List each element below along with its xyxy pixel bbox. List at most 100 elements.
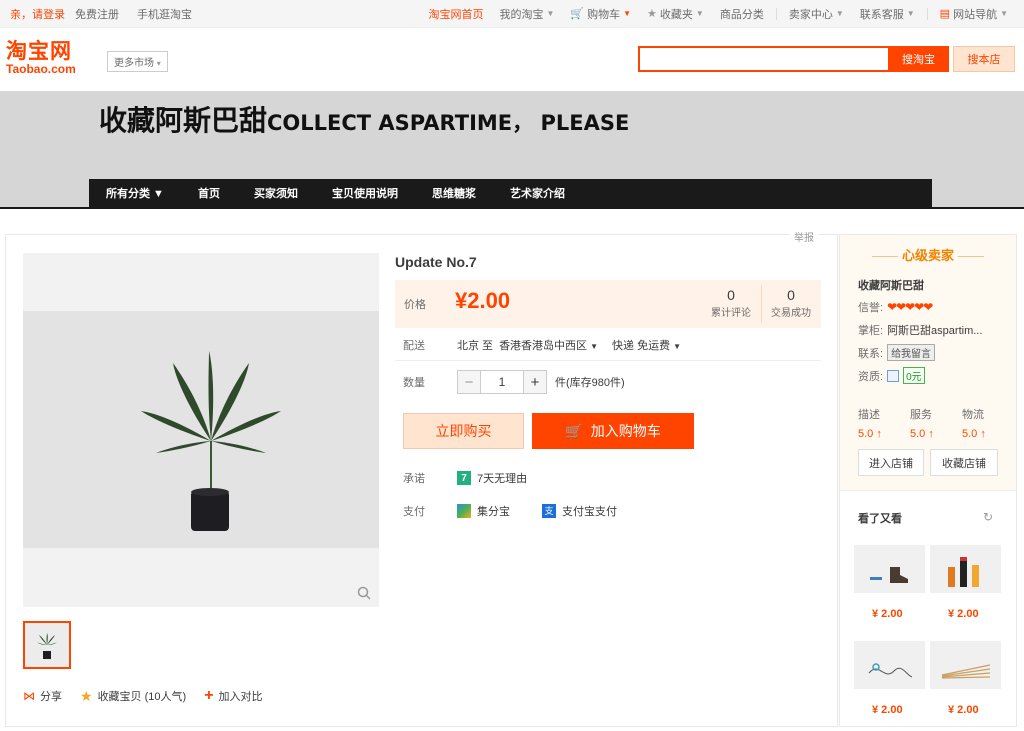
nav-thought-syrup[interactable]: 思维糖浆 [415, 185, 493, 201]
payment-label: 支付 [403, 506, 425, 518]
reviews-count: 0 [727, 287, 735, 303]
shop-nav: 所有分类 ▼ 首页 买家须知 宝贝使用说明 思维糖浆 艺术家介绍 [89, 179, 932, 207]
contact-row: 联系: 给我留言 [858, 344, 936, 361]
chevron-down-icon: ▼ [695, 9, 704, 18]
sales-count: 0 [787, 287, 795, 303]
seller-center-menu[interactable]: 卖家中心 ▼ [783, 6, 850, 22]
also-viewed-item[interactable] [854, 545, 925, 593]
score-value: 5.0 ↑ [858, 428, 882, 440]
alipay-icon: 支 [542, 504, 556, 518]
promise-text[interactable]: 7天无理由 [477, 470, 527, 486]
categories-link[interactable]: 商品分类 [714, 6, 770, 22]
also-viewed-title: 看了又看 [858, 513, 902, 525]
decrease-button[interactable]: − [457, 370, 481, 394]
zoom-icon[interactable] [357, 586, 371, 600]
leave-message-button[interactable]: 给我留言 [887, 344, 936, 361]
nav-all-categories[interactable]: 所有分类 ▼ [89, 185, 181, 201]
quantity-input[interactable]: 1 [481, 370, 523, 394]
register-link[interactable]: 免费注册 [75, 6, 119, 22]
search-store-button[interactable]: 搜本店 [953, 46, 1015, 72]
logo-text-en: Taobao.com [6, 62, 76, 76]
share-button[interactable]: ⋈ 分享 [23, 688, 62, 704]
taobao-home-link[interactable]: 淘宝网首页 [422, 6, 489, 22]
credit-row: 信誉: ❤❤❤❤❤ [858, 299, 933, 315]
also-viewed-price: ¥ 2.00 [872, 608, 903, 620]
search-bar: 搜淘宝 [638, 46, 949, 72]
site-top-bar: 亲，请登录 免费注册 手机逛淘宝 淘宝网首页 我的淘宝 ▼ 🛒 购物车 ▼ ★ 收藏夹 ▼… [0, 0, 1024, 28]
product-thumbnail[interactable] [23, 621, 71, 669]
thumbnail-plant-image [25, 623, 69, 667]
favorite-item-label: 收藏宝贝 (10人气) [97, 691, 187, 703]
shop-scores: 描述 5.0 ↑ 服务 5.0 ↑ 物流 5.0 ↑ [858, 406, 1014, 440]
destination-label: 香港香港岛中西区 [499, 340, 588, 352]
logo-text-cn: 淘宝网 [6, 39, 72, 63]
chevron-down-icon: ▼ [906, 9, 915, 18]
more-market-dropdown[interactable]: 更多市场 ▾ [107, 51, 168, 72]
divider [395, 360, 821, 361]
seller-level: 心级卖家 [840, 245, 1016, 264]
nav-home[interactable]: 首页 [181, 185, 237, 201]
compare-label: 加入对比 [218, 691, 263, 703]
cart-menu[interactable]: 🛒 购物车 ▼ [564, 6, 637, 22]
banner-bottom-line [0, 207, 1024, 209]
alipay-label: 支付宝支付 [562, 506, 617, 518]
add-to-cart-button[interactable]: 🛒 加入购物车 [532, 413, 694, 449]
nav-buyer-notice[interactable]: 买家须知 [237, 185, 315, 201]
report-link[interactable]: 举报 [790, 229, 818, 244]
plus-icon: + [204, 687, 214, 704]
favorite-shop-button[interactable]: 收藏店铺 [930, 449, 998, 476]
seller-level-label: 心级卖家 [901, 248, 954, 263]
cart-icon: 🛒 [565, 422, 583, 439]
quantity-stepper: − 1 + [457, 370, 547, 394]
cart-icon: 🛒 [570, 8, 585, 20]
site-nav-menu[interactable]: ▤ 网站导航 ▼ [934, 6, 1014, 22]
customer-service-menu[interactable]: 联系客服 ▼ [854, 6, 921, 22]
promise-label: 承诺 [403, 473, 425, 485]
favorite-item-button[interactable]: ★ 收藏宝贝 (10人气) [80, 688, 186, 705]
destination-dropdown[interactable]: 香港香港岛中西区 ▼ [499, 337, 598, 353]
my-taobao-menu[interactable]: 我的淘宝 ▼ [493, 6, 560, 22]
owner-label: 掌柜: [858, 325, 884, 337]
refresh-icon[interactable]: ↻ [983, 510, 993, 524]
mobile-link[interactable]: 手机逛淘宝 [137, 6, 192, 22]
favorites-label: 收藏夹 [659, 8, 693, 21]
also-viewed-item[interactable] [930, 641, 1001, 689]
reviews-label: 累计评论 [711, 308, 751, 319]
heart-rating-icon: ❤❤❤❤❤ [887, 300, 933, 314]
score-logistics: 物流 5.0 ↑ [962, 406, 1014, 440]
nav-artist-intro[interactable]: 艺术家介绍 [493, 185, 582, 201]
score-label: 描述 [858, 409, 880, 421]
delivery-label: 配送 [403, 340, 425, 352]
score-label: 服务 [910, 409, 932, 421]
seller-name[interactable]: 收藏阿斯巴甜 [858, 277, 924, 293]
cable-image [854, 641, 925, 689]
payment-row: 支付 集分宝 支 支付宝支付 [403, 503, 617, 519]
increase-button[interactable]: + [523, 370, 547, 394]
search-taobao-button[interactable]: 搜淘宝 [888, 46, 949, 72]
header: 淘宝网 Taobao.com 更多市场 ▾ 搜淘宝 搜本店 [0, 28, 1024, 91]
buy-now-button[interactable]: 立即购买 [403, 413, 524, 449]
search-input[interactable] [638, 46, 888, 72]
sticks-image [930, 641, 1001, 689]
favorites-menu[interactable]: ★ 收藏夹 ▼ [641, 6, 710, 22]
delivery-row: 配送 北京 至 香港香港岛中西区 ▼ 快递 免运费 ▼ [403, 337, 681, 353]
score-value: 5.0 ↑ [962, 428, 986, 440]
compare-button[interactable]: + 加入对比 [204, 687, 262, 705]
also-viewed-item[interactable] [930, 545, 1001, 593]
login-link[interactable]: 亲，请登录 [10, 6, 65, 22]
nav-item-guide[interactable]: 宝贝使用说明 [315, 185, 415, 201]
owner-row: 掌柜: 阿斯巴甜aspartim... [858, 322, 982, 338]
also-viewed-item[interactable] [854, 641, 925, 689]
main-product-image[interactable] [23, 253, 379, 607]
cart-label: 购物车 [587, 8, 621, 21]
shipping-method-dropdown[interactable]: 快递 免运费 ▼ [612, 337, 681, 353]
chevron-down-icon: ▼ [590, 342, 599, 351]
jifenbao-icon [457, 504, 471, 518]
taobao-logo[interactable]: 淘宝网 Taobao.com [6, 40, 92, 76]
id-card-icon [887, 369, 900, 382]
reviews-stat[interactable]: 0 累计评论 [705, 286, 757, 319]
shop-banner: 收藏阿斯巴甜COLLECT ASPARTIME， PLEASE 所有分类 ▼ 首… [0, 91, 1024, 207]
divider [926, 7, 928, 20]
enter-shop-button[interactable]: 进入店铺 [858, 449, 924, 476]
qualification-row: 资质: 0元 [858, 367, 925, 384]
